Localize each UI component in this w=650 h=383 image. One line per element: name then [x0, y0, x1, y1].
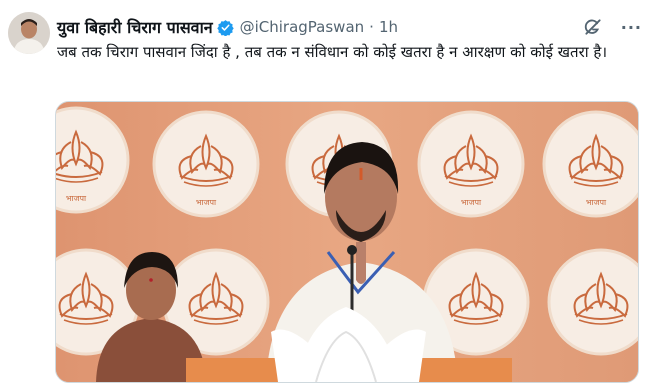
svg-text:भाजपा: भाजपा	[461, 198, 482, 207]
verified-badge-icon	[216, 19, 234, 36]
svg-text:भाजपा: भाजपा	[196, 198, 217, 207]
svg-text:भाजपा: भाजपा	[66, 194, 87, 203]
lotus-emblem	[547, 248, 638, 356]
svg-text:भाजपा: भाजपा	[586, 198, 607, 207]
lotus-emblem: भाजपा	[417, 110, 525, 218]
header-actions: ···	[583, 14, 642, 40]
lotus-emblem: भाजपा	[152, 110, 260, 218]
tweet-media-image[interactable]: भाजपा भाजपा भाजपा भाजपा	[55, 101, 639, 383]
tweet-text: जब तक चिराग पासवान जिंदा है , तब तक न सं…	[57, 43, 608, 61]
author-handle[interactable]: @iChiragPaswan	[240, 18, 365, 36]
author-name[interactable]: युवा बिहारी चिराग पासवान	[57, 16, 213, 38]
lotus-emblem: भाजपा	[542, 110, 638, 218]
more-options-icon[interactable]: ···	[621, 18, 642, 37]
author-avatar[interactable]	[8, 12, 50, 54]
tweet-header: युवा बिहारी चिराग पासवान @iChiragPaswan …	[57, 14, 642, 40]
header-separator: ·	[369, 18, 374, 36]
grok-icon[interactable]	[583, 17, 603, 37]
post-time[interactable]: 1h	[379, 18, 398, 36]
